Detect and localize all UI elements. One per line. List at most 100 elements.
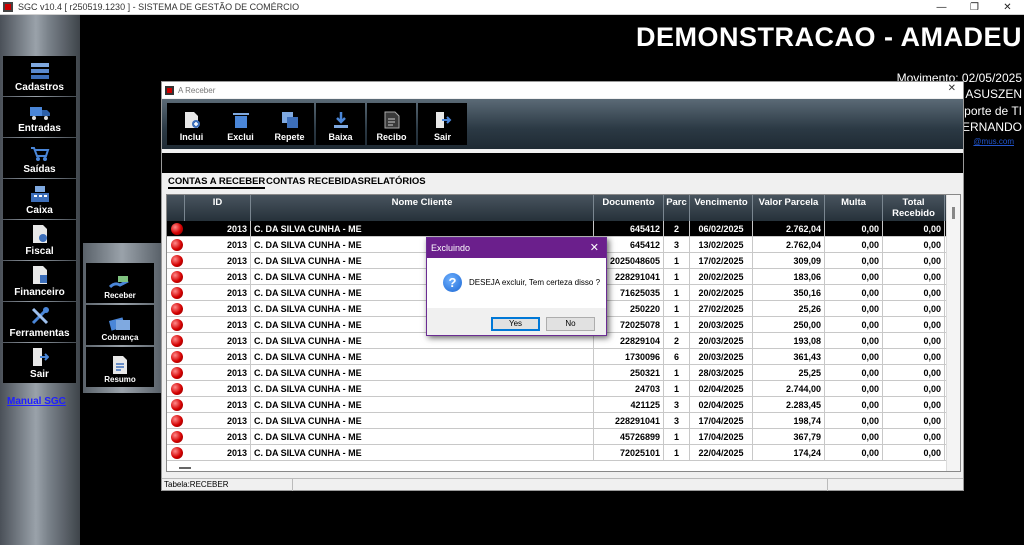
cell-multa: 0,00 [825, 285, 883, 301]
maximize-button[interactable]: ❐ [958, 0, 991, 15]
submenu-item-resumo[interactable]: Resumo [86, 347, 154, 387]
table-row[interactable]: 2013 C. DA SILVA CUNHA - ME 421125 3 02/04/2… [167, 397, 947, 413]
table-row[interactable]: 2013 C. DA SILVA CUNHA - ME 250321 1 28/03/2… [167, 365, 947, 381]
exclui-button[interactable]: Exclui [216, 103, 265, 145]
table-row[interactable]: 2013 C. DA SILVA CUNHA - ME 1730096 6 20/03/… [167, 349, 947, 365]
submenu-item-receber[interactable]: Receber [86, 263, 154, 303]
cell-multa: 0,00 [825, 317, 883, 333]
confirm-delete-dialog: Excluindo ✕ ? DESEJA excluir, Tem certez… [426, 237, 607, 336]
database-icon [30, 63, 49, 79]
manual-sgc-link[interactable]: Manual SGC [7, 396, 66, 407]
cell-valor: 193,08 [753, 333, 825, 349]
window-close-button[interactable]: ✕ [948, 83, 956, 94]
cell-multa: 0,00 [825, 269, 883, 285]
cell-vencimento: 22/04/2025 [690, 445, 753, 461]
email-link[interactable]: @mus.com [973, 137, 1014, 146]
no-button[interactable]: No [546, 317, 595, 331]
sidebar-item-label: Entradas [18, 123, 61, 134]
sidebar-item-label: Caixa [26, 205, 53, 216]
cell-total: 0,00 [883, 237, 945, 253]
cell-id: 2013 [185, 301, 251, 317]
info-line-host: ASUSZEN [965, 87, 1022, 101]
sidebar-item-cadastros[interactable]: Cadastros [3, 56, 76, 96]
table-row[interactable]: 2013 C. DA SILVA CUNHA - ME 228291041 3 17/0… [167, 413, 947, 429]
tab-relatorios[interactable]: RELATÓRIOS [364, 176, 426, 187]
scroll-thumb[interactable] [952, 207, 955, 219]
cell-multa: 0,00 [825, 397, 883, 413]
cell-id: 2013 [185, 413, 251, 429]
inclui-button[interactable]: Inclui [167, 103, 216, 145]
cart-icon [30, 147, 49, 161]
download-icon [333, 112, 348, 128]
sidebar-item-financeiro[interactable]: Financeiro [3, 261, 76, 301]
cell-parc: 1 [664, 317, 690, 333]
tab-contas-a-receber[interactable]: CONTAS A RECEBER [168, 176, 266, 189]
sidebar-item-label: Sair [30, 369, 49, 380]
cell-vencimento: 20/03/2025 [690, 333, 753, 349]
sidebar-item-sair[interactable]: Sair [3, 343, 76, 383]
cell-total: 0,00 [883, 397, 945, 413]
dialog-close-button[interactable]: ✕ [590, 241, 599, 254]
cell-multa: 0,00 [825, 253, 883, 269]
header-multa[interactable]: Multa [825, 195, 883, 221]
header-id[interactable]: ID [185, 195, 251, 221]
exit-door-icon [32, 348, 49, 366]
cell-parc: 2 [664, 221, 690, 237]
cell-multa: 0,00 [825, 365, 883, 381]
tab-contas-recebidas[interactable]: CONTAS RECEBIDAS [266, 176, 364, 187]
header-documento[interactable]: Documento [594, 195, 664, 221]
sair-button[interactable]: Sair [418, 103, 467, 145]
cell-total: 0,00 [883, 285, 945, 301]
recibo-button[interactable]: Recibo [367, 103, 416, 145]
header-vencimento[interactable]: Vencimento [690, 195, 753, 221]
horizontal-scroll-thumb[interactable] [179, 467, 191, 469]
cell-parc: 1 [664, 445, 690, 461]
sidebar-item-ferramentas[interactable]: Ferramentas [3, 302, 76, 342]
status-dot-icon [171, 271, 183, 283]
header-indicator [167, 195, 185, 221]
cell-id: 2013 [185, 333, 251, 349]
baixa-button[interactable]: Baixa [316, 103, 365, 145]
question-icon: ? [443, 273, 462, 292]
cell-multa: 0,00 [825, 381, 883, 397]
sidebar-item-entradas[interactable]: Entradas [3, 97, 76, 137]
cards-icon [109, 317, 130, 331]
submenu-item-cobranca[interactable]: Cobrança [86, 305, 154, 345]
status-dot-icon [171, 223, 183, 235]
cell-valor: 25,26 [753, 301, 825, 317]
vertical-scrollbar[interactable] [946, 195, 960, 471]
truck-icon [29, 107, 50, 120]
cell-vencimento: 02/04/2025 [690, 381, 753, 397]
header-cliente[interactable]: Nome Cliente [251, 195, 594, 221]
sidebar-item-fiscal[interactable]: Fiscal [3, 220, 76, 260]
status-dot-icon [171, 239, 183, 251]
cell-valor: 2.762,04 [753, 221, 825, 237]
header-total[interactable]: Total Recebido [883, 195, 945, 221]
yes-button[interactable]: Yes [491, 317, 540, 331]
status-dot-icon [171, 335, 183, 347]
table-row[interactable]: 2013 C. DA SILVA CUNHA - ME 645412 2 06/02/2… [167, 221, 947, 237]
close-button[interactable]: ✕ [991, 0, 1024, 15]
sidebar-item-label: Ferramentas [9, 328, 70, 339]
table-row[interactable]: 2013 C. DA SILVA CUNHA - ME 45726899 1 17/04… [167, 429, 947, 445]
minimize-button[interactable]: — [925, 0, 958, 15]
table-row[interactable]: 2013 C. DA SILVA CUNHA - ME 72025101 1 22/04… [167, 445, 947, 461]
window-title: A Receber [178, 85, 216, 95]
cell-total: 0,00 [883, 349, 945, 365]
status-dot-icon [171, 351, 183, 363]
window-app-icon [165, 85, 174, 95]
status-dot-icon [171, 319, 183, 331]
cell-parc: 1 [664, 381, 690, 397]
cell-id: 2013 [185, 429, 251, 445]
sidebar-item-saidas[interactable]: Saídas [3, 138, 76, 178]
repete-button[interactable]: Repete [265, 103, 314, 145]
sidebar-item-label: Fiscal [25, 246, 54, 257]
app-logo-icon [3, 2, 13, 12]
sidebar-item-caixa[interactable]: Caixa [3, 179, 76, 219]
cell-multa: 0,00 [825, 221, 883, 237]
cell-parc: 3 [664, 397, 690, 413]
cell-multa: 0,00 [825, 413, 883, 429]
header-parc[interactable]: Parc [664, 195, 690, 221]
header-valor[interactable]: Valor Parcela [753, 195, 825, 221]
table-row[interactable]: 2013 C. DA SILVA CUNHA - ME 24703 1 02/04/20… [167, 381, 947, 397]
